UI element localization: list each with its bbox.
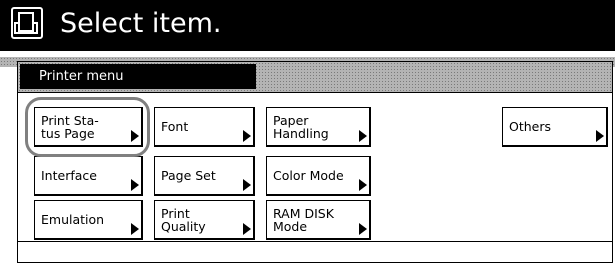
arrow-right-icon bbox=[243, 179, 251, 191]
paper-handling-button[interactable]: Paper Handling bbox=[266, 107, 371, 147]
header-bar: Select item. bbox=[0, 0, 615, 51]
color-mode-button[interactable]: Color Mode bbox=[266, 156, 371, 196]
font-button[interactable]: Font bbox=[154, 107, 255, 147]
emulation-label: Emulation bbox=[41, 212, 105, 227]
page-title: Select item. bbox=[60, 8, 222, 39]
arrow-right-icon bbox=[131, 223, 139, 235]
menu-title: Printer menu bbox=[20, 64, 256, 89]
emulation-button[interactable]: Emulation bbox=[34, 200, 143, 240]
others-button[interactable]: Others bbox=[502, 107, 608, 147]
print-status-page-button[interactable]: Print Sta- tus Page bbox=[34, 107, 143, 147]
print-quality-label: Print Quality bbox=[161, 205, 206, 234]
ram-disk-mode-label: RAM DISK Mode bbox=[273, 205, 334, 234]
arrow-right-icon bbox=[131, 179, 139, 191]
arrow-right-icon bbox=[596, 130, 604, 142]
print-status-page-label: Print Sta- tus Page bbox=[41, 112, 99, 141]
arrow-right-icon bbox=[359, 179, 367, 191]
paper-handling-label: Paper Handling bbox=[273, 112, 329, 141]
ram-disk-mode-button[interactable]: RAM DISK Mode bbox=[266, 200, 371, 240]
arrow-right-icon bbox=[359, 130, 367, 142]
menu-divider bbox=[18, 92, 612, 93]
page-set-label: Page Set bbox=[161, 168, 216, 183]
others-label: Others bbox=[509, 119, 552, 134]
status-area bbox=[18, 242, 612, 262]
page-icon bbox=[11, 7, 43, 39]
arrow-right-icon bbox=[243, 130, 251, 142]
interface-button[interactable]: Interface bbox=[34, 156, 143, 196]
color-mode-label: Color Mode bbox=[273, 168, 344, 183]
page-set-button[interactable]: Page Set bbox=[154, 156, 255, 196]
arrow-right-icon bbox=[359, 223, 367, 235]
interface-label: Interface bbox=[41, 168, 97, 183]
arrow-right-icon bbox=[243, 223, 251, 235]
font-label: Font bbox=[161, 119, 189, 134]
arrow-right-icon bbox=[131, 130, 139, 142]
print-quality-button[interactable]: Print Quality bbox=[154, 200, 255, 240]
